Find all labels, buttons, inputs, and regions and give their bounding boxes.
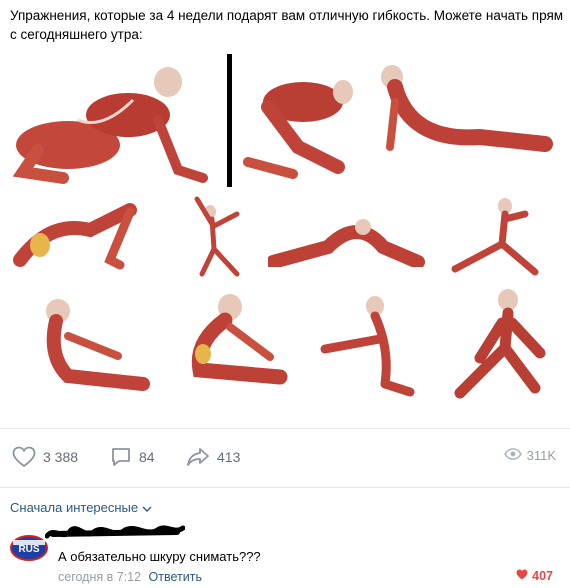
comment-like-count: 407 xyxy=(532,569,553,583)
sort-label: Сначала интересные xyxy=(10,500,139,515)
comment-meta: сегодня в 7:12 Ответить xyxy=(58,570,202,584)
exercise-photo-7[interactable] xyxy=(440,194,550,279)
comment-icon xyxy=(110,446,132,468)
chevron-down-icon xyxy=(142,500,152,515)
exercise-photo-1[interactable] xyxy=(8,60,223,190)
share-count: 413 xyxy=(217,449,241,465)
comment-button[interactable]: 84 xyxy=(110,446,155,468)
views-counter: 311K xyxy=(503,448,556,463)
comment-text: А обязательно шкуру снимать??? xyxy=(58,549,261,564)
post-actions: 3 388 84 413 311K xyxy=(0,440,570,476)
exercise-photo-10[interactable] xyxy=(315,294,420,399)
separator xyxy=(0,428,570,429)
exercise-photo-3[interactable] xyxy=(370,62,555,162)
exercise-photo-5[interactable] xyxy=(192,194,247,279)
avatar[interactable]: RUS xyxy=(10,535,48,561)
photo-gallery[interactable] xyxy=(0,52,570,412)
like-button[interactable]: 3 388 xyxy=(12,446,78,468)
exercise-photo-2[interactable] xyxy=(238,62,363,187)
comment-like-button[interactable]: 407 xyxy=(516,569,553,583)
exercise-photo-6[interactable] xyxy=(268,207,428,267)
comment-item: RUS А обязательно шкуру снимать??? сегод… xyxy=(0,520,570,588)
post-text: Упражнения, которые за 4 недели подарят … xyxy=(10,8,564,42)
exercise-photo-8[interactable] xyxy=(28,296,153,401)
eye-icon xyxy=(503,448,522,463)
heart-icon xyxy=(516,569,528,583)
exercise-photo-11[interactable] xyxy=(440,288,555,408)
exercise-photo-4[interactable] xyxy=(10,200,165,270)
comments-sort-dropdown[interactable]: Сначала интересные xyxy=(10,500,152,515)
comment-time[interactable]: сегодня в 7:12 xyxy=(58,570,141,584)
comment-count: 84 xyxy=(139,449,155,465)
share-button[interactable]: 413 xyxy=(186,446,240,468)
share-icon xyxy=(186,446,210,468)
image-divider xyxy=(227,54,232,187)
heart-icon xyxy=(12,446,36,468)
views-count: 311K xyxy=(526,448,556,463)
exercise-photo-9[interactable] xyxy=(175,292,290,397)
avatar-text: RUS xyxy=(18,544,39,555)
reply-link[interactable]: Ответить xyxy=(149,570,202,584)
like-count: 3 388 xyxy=(43,449,79,465)
author-name-scribble[interactable] xyxy=(45,522,185,544)
separator xyxy=(0,487,570,488)
